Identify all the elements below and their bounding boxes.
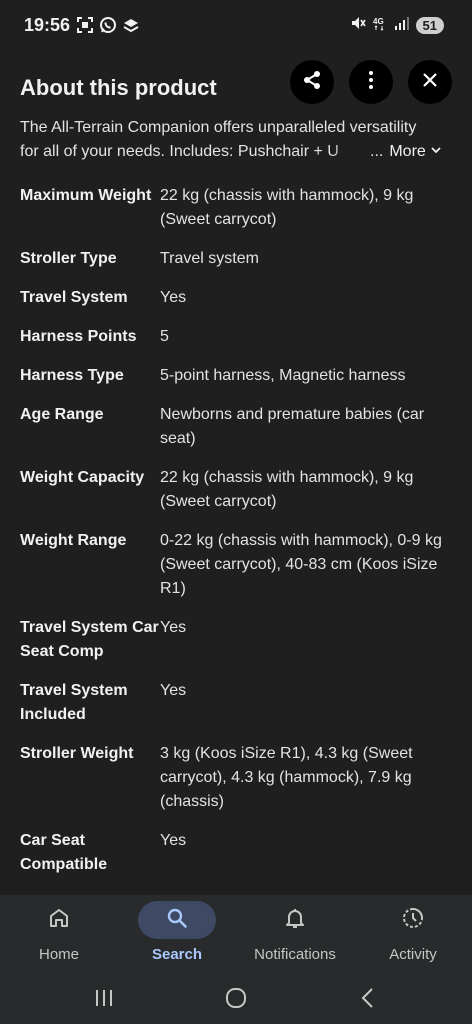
svg-text:4G: 4G (373, 17, 384, 26)
spec-label: Harness Type (20, 367, 124, 384)
spec-label: Harness Points (20, 328, 137, 345)
description-ellipsis: ... (370, 143, 384, 160)
spec-row: Weight Capacity 22 kg (chassis with hamm… (20, 466, 460, 514)
spec-label: Travel System (20, 289, 128, 306)
description-line: for all of your needs. Includes: Pushcha… (20, 143, 339, 160)
share-icon (301, 69, 323, 96)
close-icon (420, 70, 440, 95)
product-description: The All-Terrain Companion offers unparal… (20, 116, 460, 164)
spec-value: Travel system (160, 250, 259, 267)
spec-row: Maximum Weight 22 kg (chassis with hammo… (20, 184, 460, 232)
nav-label: Activity (389, 946, 437, 963)
spec-table: Maximum Weight 22 kg (chassis with hammo… (20, 184, 460, 892)
chevron-down-icon (430, 140, 442, 164)
nav-label: Home (38, 946, 79, 963)
nav-label: Notifications (254, 946, 336, 963)
more-options-button[interactable] (349, 60, 393, 104)
whatsapp-icon (99, 16, 117, 39)
bottom-nav: Home Search Notifications Activity (0, 895, 472, 975)
spec-value: 22 kg (chassis with hammock), 9 kg (Swee… (160, 469, 414, 510)
recent-apps-button[interactable] (87, 983, 121, 1017)
close-button[interactable] (408, 60, 452, 104)
spec-row: Car Seat Compatible Yes (20, 829, 460, 877)
activity-icon (401, 906, 425, 935)
spec-row: Stroller Type Travel system (20, 247, 460, 271)
spec-label: Weight Capacity (20, 469, 145, 486)
system-nav-bar (0, 975, 472, 1024)
spec-label: Stroller Type (20, 250, 117, 267)
nav-activity[interactable]: Activity (354, 895, 472, 975)
spec-row: Harness Type 5-point harness, Magnetic h… (20, 364, 460, 388)
signal-icon (394, 15, 410, 36)
recents-icon (92, 986, 116, 1015)
nav-search[interactable]: Search (118, 895, 236, 975)
share-button[interactable] (290, 60, 334, 104)
spec-value: 0-22 kg (chassis with hammock), 0-9 kg (… (160, 532, 442, 597)
bell-icon (283, 906, 307, 935)
more-link[interactable]: More (389, 140, 441, 164)
spec-value: Newborns and premature babies (car seat) (160, 406, 425, 447)
spec-row: Travel System Car Seat Comp Yes (20, 616, 460, 664)
status-time: 19:56 (24, 15, 71, 35)
home-button[interactable] (219, 983, 253, 1017)
home-icon (47, 906, 71, 935)
product-sheet: About this product The All-Terrain Compa… (0, 52, 472, 895)
sheet-title: About this product (20, 75, 217, 100)
spec-value: 5-point harness, Magnetic harness (160, 367, 406, 384)
more-vert-icon (360, 69, 382, 96)
status-right-icons: 4G 51 (350, 15, 444, 36)
status-bar: 19:56 4G 51 (0, 0, 472, 52)
spec-value: Yes (160, 619, 187, 636)
spec-value: Yes (160, 682, 187, 699)
home-circle-icon (224, 986, 248, 1015)
spec-label: Weight Range (20, 532, 127, 549)
spec-value: Yes (160, 289, 187, 306)
spec-value: 3 kg (Koos iSize R1), 4.3 kg (Sweet carr… (160, 745, 413, 810)
4g-icon: 4G (372, 15, 388, 36)
description-line: The All-Terrain Companion offers unparal… (20, 119, 417, 136)
spec-value: 22 kg (chassis with hammock), 9 kg (Swee… (160, 187, 414, 228)
nav-home[interactable]: Home (0, 895, 118, 975)
spec-row: Weight Range 0-22 kg (chassis with hammo… (20, 529, 460, 601)
more-label: More (389, 143, 426, 160)
spec-row: Stroller Weight 3 kg (Koos iSize R1), 4.… (20, 742, 460, 814)
spec-label: Maximum Weight (20, 187, 152, 204)
battery-indicator: 51 (415, 17, 444, 34)
spec-row: Harness Points 5 (20, 325, 460, 349)
spec-label: Travel System Included (20, 682, 128, 723)
spec-label: Stroller Weight (20, 745, 134, 762)
spec-label: Travel System Car Seat Comp (20, 619, 159, 660)
spec-label: Car Seat Compatible (20, 832, 108, 873)
spec-value: 5 (160, 328, 169, 345)
spec-row: Travel System Yes (20, 286, 460, 310)
nav-notifications[interactable]: Notifications (236, 895, 354, 975)
stack-icon (122, 16, 140, 39)
spec-value: Yes (160, 832, 187, 849)
back-button[interactable] (351, 983, 385, 1017)
search-icon (165, 906, 189, 935)
screenshot-icon (76, 16, 94, 39)
spec-row: Age Range Newborns and premature babies … (20, 403, 460, 451)
spec-label: Age Range (20, 406, 104, 423)
mute-icon (350, 15, 366, 36)
spec-row: Travel System Included Yes (20, 679, 460, 727)
nav-label: Search (151, 946, 203, 963)
status-left-icons (76, 16, 140, 39)
back-icon (356, 986, 380, 1015)
